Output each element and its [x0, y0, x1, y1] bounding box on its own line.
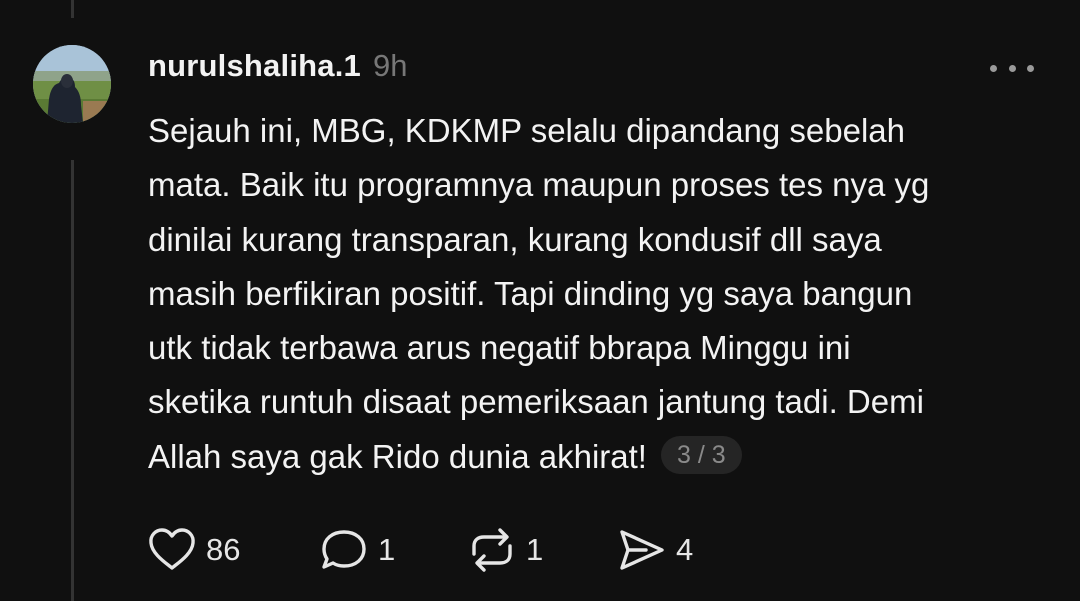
- post-text-line: sketika runtuh disaat pemeriksaan jantun…: [148, 383, 924, 421]
- thread-post: nurulshaliha.1 9h Sejauh ini, MBG, KDKMP…: [0, 0, 1080, 601]
- action-bar: 86 1 1 4: [146, 522, 693, 578]
- more-dots-icon: [990, 64, 997, 72]
- more-dots-icon: [1027, 64, 1034, 72]
- repost-count: 1: [526, 532, 544, 567]
- post-header: nurulshaliha.1 9h: [148, 48, 407, 90]
- reply-count: 1: [378, 532, 396, 567]
- post-text-line: masih berfikiran positif. Tapi dinding y…: [148, 274, 913, 312]
- post-text-line: Sejauh ini, MBG, KDKMP selalu dipandang …: [148, 112, 906, 149]
- post-text-line: utk tidak terbawa arus negatif bbrapa Mi…: [148, 329, 851, 367]
- thread-position-badge: 3 / 3: [660, 436, 742, 475]
- thread-connector-top: [71, 0, 74, 18]
- post-text-line: mata. Baik itu programnya maupun proses …: [148, 166, 930, 204]
- send-arrow-icon: [620, 530, 664, 570]
- share-button[interactable]: 4: [616, 526, 693, 574]
- username[interactable]: nurulshaliha.1: [148, 48, 361, 84]
- more-dots-icon: [1008, 64, 1016, 72]
- repost-arrows-icon: [472, 528, 512, 572]
- post-text-line-last: Allah saya gak Rido dunia akhirat! 3 / 3: [148, 430, 1048, 484]
- more-options-button[interactable]: [990, 58, 1034, 78]
- reply-button[interactable]: 1: [318, 526, 466, 574]
- comment-bubble-icon: [322, 530, 366, 569]
- avatar[interactable]: [33, 45, 111, 123]
- like-count: 86: [206, 532, 241, 567]
- avatar-photo: [33, 45, 111, 123]
- share-count: 4: [676, 532, 694, 567]
- repost-button[interactable]: 1: [466, 526, 616, 574]
- timestamp: 9h: [372, 48, 408, 83]
- heart-icon: [149, 528, 195, 570]
- post-body: Sejauh ini, MBG, KDKMP selalu dipandang …: [148, 104, 1048, 484]
- like-button[interactable]: 86: [146, 526, 318, 574]
- post-text-final: Allah saya gak Rido dunia akhirat!: [148, 437, 647, 475]
- thread-connector: [71, 160, 74, 601]
- post-text-line: dinilai kurang transparan, kurang kondus…: [148, 220, 882, 258]
